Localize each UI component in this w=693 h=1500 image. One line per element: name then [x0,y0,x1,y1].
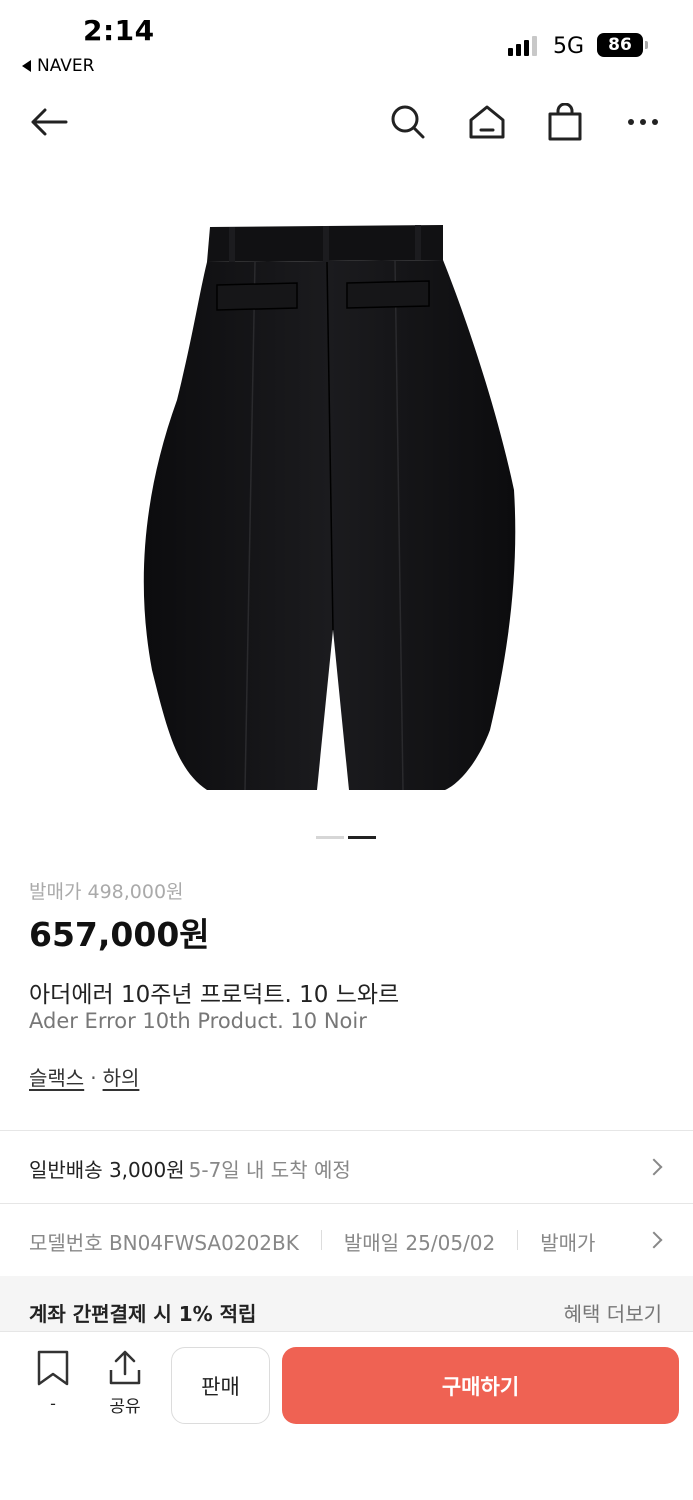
share-button[interactable]: 공유 [100,1350,150,1417]
share-icon [109,1350,141,1385]
release-price: 발매가 498,000원 [29,881,184,903]
shipping-row[interactable]: 일반배송 3,000원 5-7일 내 도착 예정 [0,1132,693,1202]
status-time: 2:14 [83,14,155,47]
chevron-right-icon [645,1158,663,1176]
specs-list: 모델번호 BN04FWSA0202BK 발매일 25/05/02 발매가 [29,1227,595,1256]
product-name-korean: 아더에러 10주년 프로덕트. 10 느와르 [29,982,400,1008]
divider [0,1130,693,1131]
shipping-eta: 5-7일 내 도착 예정 [188,1158,351,1182]
battery-level: 86 [608,35,632,55]
network-type: 5G [553,34,585,59]
share-label: 공유 [109,1397,141,1417]
carousel-dot [316,836,344,839]
benefit-more-link[interactable]: 혜택 더보기 [564,1298,662,1327]
category-link-bottoms[interactable]: 하의 [103,1066,140,1090]
bookmark-button[interactable]: - [30,1350,76,1413]
back-to-app-link[interactable]: NAVER [22,56,94,76]
back-arrow-icon[interactable] [26,100,70,144]
spec-model-number: 모델번호 BN04FWSA0202BK [29,1231,299,1255]
benefit-text: 계좌 간편결제 시 1% 적립 [29,1302,257,1326]
bottom-action-bar: - 공유 판매 구매하기 [0,1332,693,1500]
spec-release-price: 발매가 [540,1231,596,1255]
home-icon[interactable] [465,100,509,144]
shipping-fee: 일반배송 3,000원 [29,1158,185,1182]
specs-fade [633,1204,693,1276]
spec-divider [517,1230,519,1250]
current-price: 657,000원 [29,915,210,954]
back-triangle-icon [22,60,31,72]
category-breadcrumb: 슬랙스 · 하의 [29,1062,139,1091]
spec-release-date: 발매일 25/05/02 [343,1231,496,1255]
bookmark-count: - [50,1394,56,1413]
cellular-signal-icon [508,36,537,56]
spec-divider [320,1230,322,1250]
bookmark-icon [37,1350,69,1386]
buy-button[interactable]: 구매하기 [282,1347,679,1424]
benefit-banner[interactable]: 계좌 간편결제 시 1% 적립 혜택 더보기 [0,1276,693,1332]
status-bar: 2:14 NAVER 5G 86 [0,0,693,84]
search-icon[interactable] [386,100,430,144]
shipping-text: 일반배송 3,000원 5-7일 내 도착 예정 [29,1154,351,1183]
product-name-english: Ader Error 10th Product. 10 Noir [29,1009,367,1033]
carousel-dot-active [348,836,376,839]
back-app-label: NAVER [37,56,95,76]
pants-illustration [143,225,515,791]
product-specs-row[interactable]: 모델번호 BN04FWSA0202BK 발매일 25/05/02 발매가 [0,1204,693,1276]
carousel-indicator [316,836,376,839]
more-icon[interactable] [621,100,665,144]
sell-button[interactable]: 판매 [171,1347,270,1424]
category-separator: · [90,1066,97,1090]
battery-icon: 86 [597,33,648,57]
category-link-slacks[interactable]: 슬랙스 [29,1066,84,1090]
top-nav-bar [0,90,693,156]
shopping-bag-icon[interactable] [543,100,587,144]
product-image[interactable] [0,170,693,820]
